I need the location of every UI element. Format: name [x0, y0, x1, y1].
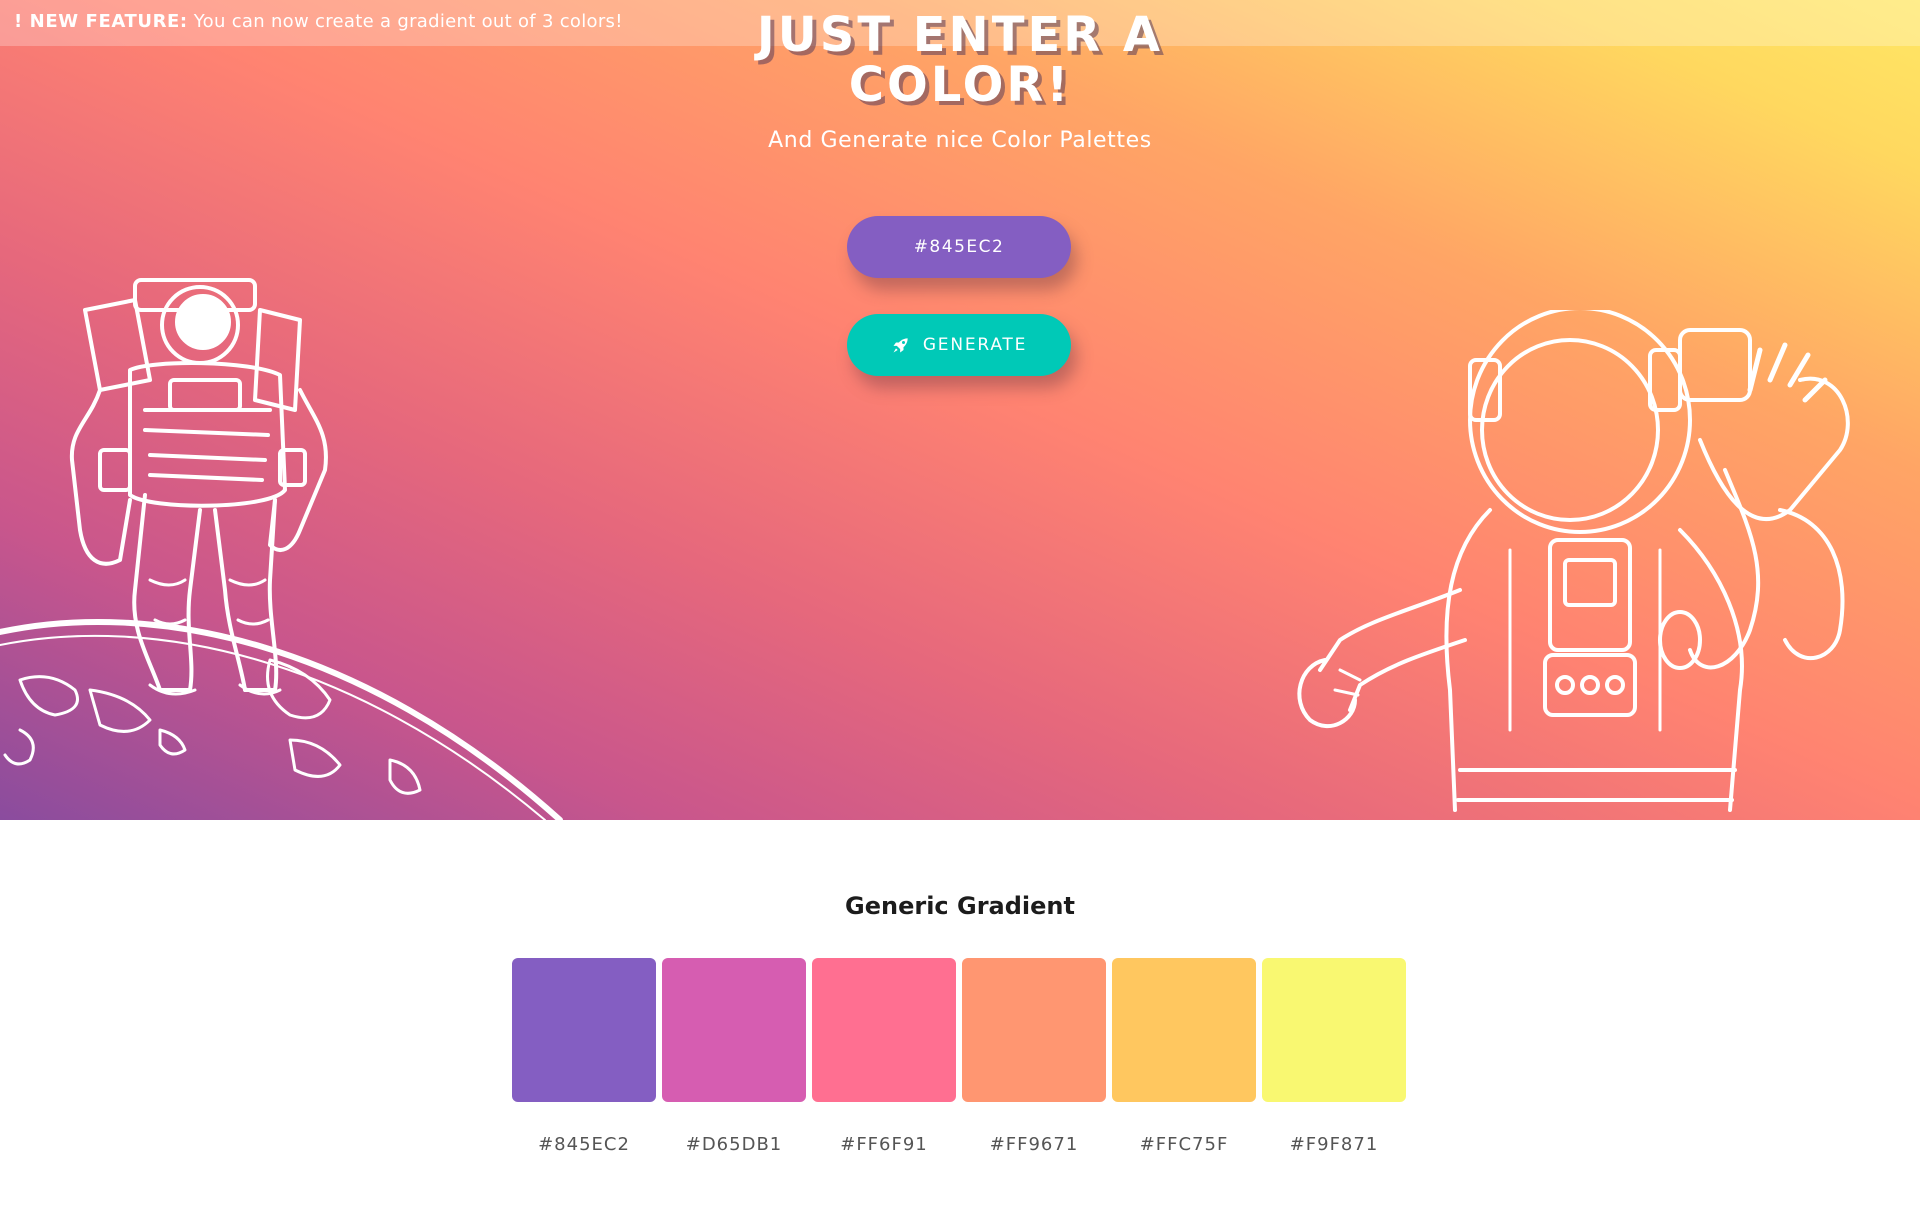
swatch-label: #FF9671 [989, 1134, 1079, 1155]
swatch-label: #D65DB1 [685, 1134, 783, 1155]
swatch-label: #845EC2 [538, 1134, 630, 1155]
swatch[interactable]: #D65DB1 [662, 958, 806, 1155]
astronaut-waving-illustration [1297, 310, 1850, 812]
swatch-label: #F9F871 [1289, 1134, 1379, 1155]
swatch[interactable]: #FFC75F [1112, 958, 1256, 1155]
page-title: JUST ENTER A COLOR! [756, 7, 1164, 113]
generate-button[interactable]: GENERATE [847, 314, 1071, 376]
announcement-text: ! NEW FEATURE: You can now create a grad… [14, 11, 623, 32]
swatch[interactable]: #FF9671 [962, 958, 1106, 1155]
announcement-message: You can now create a gradient out of 3 c… [193, 11, 623, 32]
astronaut-on-planet-illustration [0, 278, 563, 820]
swatch-color[interactable] [662, 958, 806, 1102]
swatch-color[interactable] [962, 958, 1106, 1102]
swatch-label: #FF6F91 [840, 1134, 928, 1155]
palette-title: Generic Gradient [845, 892, 1075, 920]
announcement-prefix: ! NEW FEATURE: [14, 11, 188, 32]
swatch[interactable]: #FF6F91 [812, 958, 956, 1155]
palette-swatches: #845EC2 #D65DB1 #FF6F91 #FF9671 #FFC75F … [512, 958, 1408, 1158]
generate-button-label: GENERATE [922, 335, 1028, 355]
swatch[interactable]: #845EC2 [512, 958, 656, 1155]
swatch-color[interactable] [1262, 958, 1406, 1102]
hero-section: ! NEW FEATURE: You can now create a grad… [0, 0, 1920, 820]
swatch-color[interactable] [512, 958, 656, 1102]
swatch-label: #FFC75F [1139, 1134, 1229, 1155]
rocket-icon [893, 338, 908, 353]
page-subtitle: And Generate nice Color Palettes [768, 128, 1152, 153]
swatch-color[interactable] [1112, 958, 1256, 1102]
swatch-color[interactable] [812, 958, 956, 1102]
color-input[interactable] [847, 216, 1071, 278]
swatch[interactable]: #F9F871 [1262, 958, 1406, 1155]
